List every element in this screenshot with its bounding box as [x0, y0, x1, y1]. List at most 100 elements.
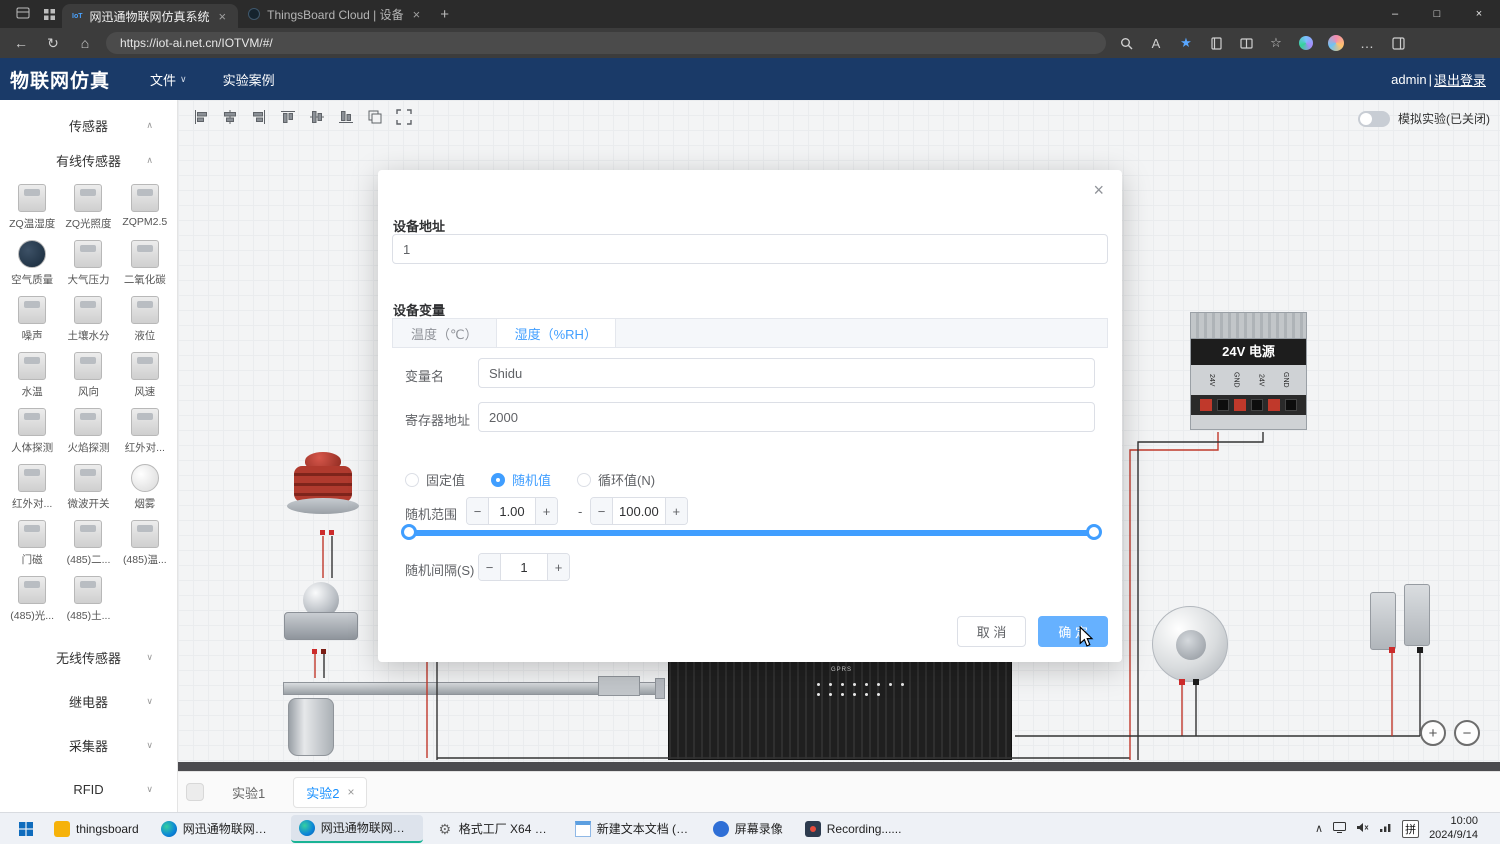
section-wired-sensors[interactable]: 有线传感器 ∧: [0, 150, 177, 170]
range-min-value[interactable]: 1.00: [489, 498, 535, 524]
align-left-icon[interactable]: [192, 108, 210, 126]
sensor-item[interactable]: (485)土...: [60, 576, 116, 623]
radio-fixed-value[interactable]: 固定值: [405, 470, 465, 489]
sidebar-toggle-icon[interactable]: [1388, 33, 1408, 53]
sensor-item[interactable]: ZQ光照度: [60, 184, 116, 231]
increment-button[interactable]: +: [535, 498, 557, 524]
section-collector[interactable]: 采集器 ∨: [0, 735, 177, 755]
sensor-item[interactable]: 二氧化碳: [117, 240, 173, 287]
sensor-item[interactable]: 火焰探测: [60, 408, 116, 455]
increment-button[interactable]: +: [547, 554, 569, 580]
align-top-icon[interactable]: [279, 108, 297, 126]
zoom-out-button[interactable]: −: [1454, 720, 1480, 746]
sensor-item[interactable]: 微波开关: [60, 464, 116, 511]
dialog-close-icon[interactable]: ×: [1093, 180, 1104, 201]
sensor-item[interactable]: 大气压力: [60, 240, 116, 287]
browser-tab-2[interactable]: ThingsBoard Cloud | 设备 ×: [238, 0, 432, 28]
sensor-item[interactable]: 人体探测: [4, 408, 60, 455]
tab-temperature[interactable]: 温度（℃）: [393, 319, 496, 347]
tab-close-icon[interactable]: ×: [411, 7, 423, 22]
align-bottom-icon[interactable]: [337, 108, 355, 126]
canvas-horizontal-scrollbar[interactable]: [178, 762, 1500, 771]
fit-screen-icon[interactable]: [395, 108, 413, 126]
refresh-button[interactable]: ↻: [42, 35, 64, 52]
simulation-toggle[interactable]: [1358, 111, 1390, 127]
range-max-value[interactable]: 100.00: [613, 498, 665, 524]
taskbar-item-edge-1[interactable]: 网迅通物联网仿真...: [153, 815, 285, 843]
slider-handle-max[interactable]: [1086, 524, 1102, 540]
back-button[interactable]: ←: [10, 35, 32, 51]
zoom-in-button[interactable]: +: [1420, 720, 1446, 746]
sensor-item[interactable]: 空气质量: [4, 240, 60, 287]
sensor-item[interactable]: 烟雾: [117, 464, 173, 511]
taskbar-item-recording[interactable]: Recording......: [797, 815, 910, 843]
section-wireless-sensors[interactable]: 无线传感器 ∨: [0, 647, 177, 667]
device-address-input[interactable]: [392, 234, 1108, 264]
tab-close-icon[interactable]: ×: [347, 785, 354, 799]
display-icon[interactable]: [1333, 820, 1346, 838]
menu-file[interactable]: 文件 ∨: [132, 58, 205, 100]
radio-cycle-value[interactable]: 循环值(N): [577, 470, 655, 489]
workspace-icon[interactable]: [10, 4, 36, 24]
sensor-item[interactable]: (485)温...: [117, 520, 173, 567]
taskbar-item-notepad[interactable]: 新建文本文档 (2) -...: [567, 815, 699, 843]
align-center-horizontal-icon[interactable]: [221, 108, 239, 126]
radio-random-value[interactable]: 随机值: [491, 470, 551, 489]
home-button[interactable]: ⌂: [74, 35, 96, 51]
logout-link[interactable]: 退出登录: [1434, 70, 1486, 89]
sensor-item[interactable]: 红外对...: [4, 464, 60, 511]
ime-indicator[interactable]: 拼: [1402, 820, 1419, 838]
collections-icon[interactable]: [1206, 33, 1226, 53]
favorites-bar-icon[interactable]: ☆: [1266, 33, 1286, 53]
sensor-item[interactable]: (485)光...: [4, 576, 60, 623]
start-button[interactable]: [12, 815, 40, 843]
taskbar-clock[interactable]: 10:00 2024/9/14: [1429, 815, 1478, 843]
new-tab-button[interactable]: +: [440, 6, 449, 23]
slider-handle-min[interactable]: [401, 524, 417, 540]
align-right-icon[interactable]: [250, 108, 268, 126]
address-bar[interactable]: https://iot-ai.net.cn/IOTVM/#/: [106, 32, 1106, 54]
experiment-menu-button[interactable]: [186, 783, 204, 801]
sensor-item[interactable]: 水温: [4, 352, 60, 399]
settings-ellipsis-icon[interactable]: …: [1356, 35, 1378, 51]
sensor-item[interactable]: 液位: [117, 296, 173, 343]
interval-value[interactable]: 1: [501, 554, 547, 580]
decrement-button[interactable]: −: [467, 498, 489, 524]
read-aloud-icon[interactable]: A: [1146, 33, 1166, 53]
sensor-item[interactable]: 红外对...: [117, 408, 173, 455]
profile-avatar[interactable]: [1326, 33, 1346, 53]
section-sensors[interactable]: 传感器 ∧: [0, 115, 177, 135]
search-icon[interactable]: [1116, 33, 1136, 53]
tab-experiment-1[interactable]: 实验1: [220, 778, 277, 807]
cancel-button[interactable]: 取 消: [957, 616, 1027, 647]
section-rfid[interactable]: RFID ∨: [0, 779, 177, 799]
sensor-item[interactable]: 风速: [117, 352, 173, 399]
decrement-button[interactable]: −: [591, 498, 613, 524]
tab-close-icon[interactable]: ×: [217, 9, 229, 24]
tab-humidity[interactable]: 湿度（%RH）: [496, 319, 616, 347]
split-screen-icon[interactable]: [1236, 33, 1256, 53]
sensor-item[interactable]: 噪声: [4, 296, 60, 343]
taskbar-item-formatfactory[interactable]: ⚙ 格式工厂 X64 5.17: [429, 815, 561, 843]
volume-icon[interactable]: [1356, 820, 1369, 838]
sensor-item[interactable]: 土壤水分: [60, 296, 116, 343]
minimize-button[interactable]: –: [1374, 0, 1416, 28]
range-slider[interactable]: [405, 530, 1098, 536]
increment-button[interactable]: +: [665, 498, 687, 524]
menu-experiment-cases[interactable]: 实验案例: [205, 58, 293, 100]
align-middle-icon[interactable]: [308, 108, 326, 126]
maximize-button[interactable]: □: [1416, 0, 1458, 28]
browser-tab-1[interactable]: IoT 网迅通物联网仿真系统 ×: [62, 4, 238, 28]
taskbar-item-edge-2[interactable]: 网迅通物联网仿真...: [291, 815, 423, 843]
sensor-item[interactable]: (485)二...: [60, 520, 116, 567]
layers-icon[interactable]: [366, 108, 384, 126]
register-address-input[interactable]: [478, 402, 1095, 432]
section-relay[interactable]: 继电器 ∨: [0, 691, 177, 711]
tab-actions-icon[interactable]: [36, 4, 62, 24]
confirm-button[interactable]: 确 定: [1038, 616, 1108, 647]
taskbar-item-screenrecorder[interactable]: 屏幕录像: [705, 815, 791, 843]
favorite-star-icon[interactable]: ★: [1176, 33, 1196, 53]
tab-experiment-2[interactable]: 实验2 ×: [293, 777, 367, 808]
sensor-item[interactable]: ZQPM2.5: [117, 184, 173, 231]
decrement-button[interactable]: −: [479, 554, 501, 580]
